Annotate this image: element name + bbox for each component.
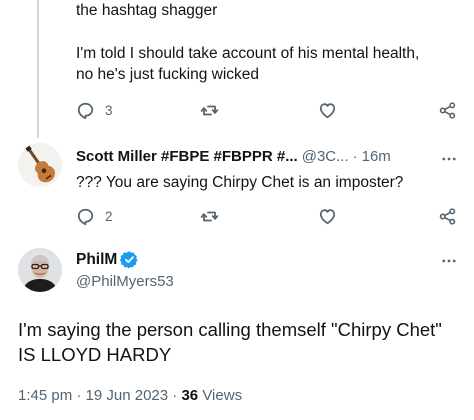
main-tweet-date[interactable]: 19 Jun 2023 <box>86 387 169 404</box>
more-icon[interactable] <box>440 150 458 168</box>
guitar-avatar-image <box>18 143 62 187</box>
retweet-icon <box>200 211 219 221</box>
more-icon[interactable] <box>440 252 458 270</box>
main-tweet-time[interactable]: 1:45 pm <box>18 387 72 404</box>
heart-icon <box>319 208 336 224</box>
reply-tweet-text: ??? You are saying Chirpy Chet is an imp… <box>76 174 404 191</box>
main-tweet-meta: 1:45 pm · 19 Jun 2023 · 36 Views <box>18 387 242 404</box>
prev-retweet-button[interactable] <box>200 98 219 122</box>
thread-line <box>37 0 39 138</box>
main-tweet-text-line1: I'm saying the person calling themself "… <box>18 319 442 340</box>
reply-author-handle[interactable]: @3C... <box>302 148 349 165</box>
reply-icon <box>77 102 94 119</box>
prev-tweet-text-line3: no he's just fucking wicked <box>76 66 260 83</box>
meta-separator: · <box>172 387 178 404</box>
prev-tweet-actions: 3 <box>76 98 458 122</box>
reply-like-button[interactable] <box>318 204 337 228</box>
main-author: PhilM <box>76 250 139 269</box>
views-count: 36 <box>181 387 199 404</box>
views-label: Views <box>202 387 243 404</box>
reply-retweet-button[interactable] <box>200 204 219 228</box>
reply-share-button[interactable] <box>438 204 457 228</box>
reply-reply-button[interactable]: 2 <box>76 204 113 228</box>
reply-author-name[interactable]: Scott Miller #FBPE #FBPPR #... <box>76 148 298 165</box>
heart-icon <box>319 102 336 118</box>
prev-tweet-text-line2: I'm told I should take account of his me… <box>76 45 420 62</box>
reply-tweet-actions: 2 <box>76 204 458 228</box>
prev-reply-button[interactable]: 3 <box>76 98 113 122</box>
avatar-philm[interactable] <box>18 248 62 292</box>
prev-reply-count: 3 <box>105 102 113 118</box>
reply-separator: · <box>352 148 358 165</box>
retweet-icon <box>200 105 219 115</box>
share-icon <box>439 207 456 225</box>
main-author-name[interactable]: PhilM <box>76 251 117 269</box>
main-author-handle[interactable]: @PhilMyers53 <box>76 273 174 290</box>
share-icon <box>439 101 456 119</box>
reply-icon <box>77 208 94 225</box>
main-tweet-text-line2: IS LLOYD HARDY <box>18 344 172 365</box>
main-tweet-text: I'm saying the person calling themself "… <box>18 317 442 367</box>
reply-timestamp[interactable]: 16m <box>362 148 391 165</box>
prev-tweet-text-line1: the hashtag shagger <box>76 2 218 19</box>
prev-share-button[interactable] <box>438 98 457 122</box>
verified-badge-icon[interactable] <box>120 250 139 269</box>
reply-reply-count: 2 <box>105 208 113 224</box>
prev-like-button[interactable] <box>318 98 337 122</box>
reply-header: Scott Miller #FBPE #FBPPR #... @3C... · … <box>76 148 458 165</box>
meta-separator: · <box>76 387 82 404</box>
philm-avatar-image <box>18 248 62 292</box>
avatar-scott-miller[interactable] <box>18 143 62 187</box>
